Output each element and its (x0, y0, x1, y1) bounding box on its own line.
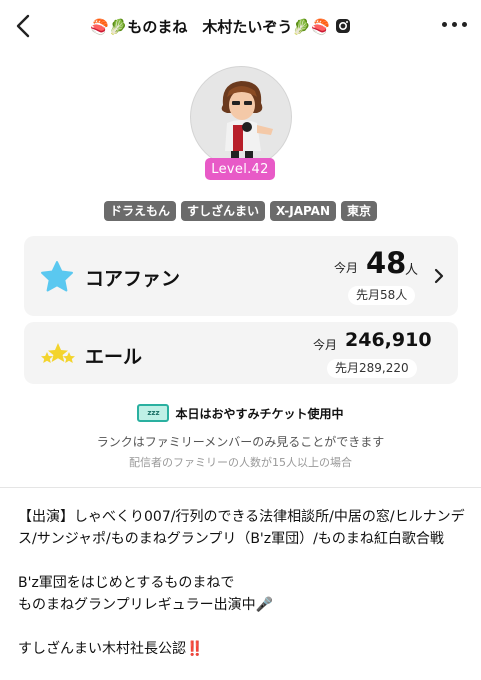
core-fan-prev: 先月58人 (348, 286, 416, 305)
divider (0, 487, 481, 488)
bio-line: B'z軍団をはじめとするものまねで (18, 575, 235, 591)
rank-note: ランクはファミリーメンバーのみ見ることができます (96, 435, 385, 449)
instagram-icon[interactable] (335, 18, 351, 34)
header: 🍣🥬ものまね 木村たいぞう🥬🍣 (0, 0, 481, 52)
yell-month-label: 今月 (313, 338, 338, 352)
level-badge: Level.42 (205, 158, 275, 180)
core-fan-value: 48 (366, 246, 407, 280)
core-fan-month-label: 今月 (334, 261, 359, 275)
yell-card[interactable]: エール 今月 246,910 先月289,220 (24, 322, 458, 384)
more-dots-icon[interactable] (442, 22, 467, 27)
yell-prev: 先月289,220 (327, 359, 417, 378)
avatar[interactable] (190, 66, 292, 168)
yell-value: 246,910 (345, 329, 432, 351)
tag-item[interactable]: X-JAPAN (269, 201, 337, 221)
chevron-right-icon[interactable] (432, 266, 446, 286)
star-icon (41, 261, 73, 292)
page-title: 🍣🥬ものまね 木村たいぞう🥬🍣 (90, 17, 330, 36)
bio-line: すしざんまい木村社長公認‼️ (18, 641, 204, 657)
core-fan-unit: 人 (405, 263, 419, 278)
tag-list: ドラえもん すしざんまい X-JAPAN 東京 (0, 201, 481, 221)
bio-line: ものまねグランプリレギュラー出演中🎤 (18, 597, 274, 613)
core-fan-card[interactable]: コアファン 今月 48 人 先月58人 (24, 236, 458, 316)
tag-item[interactable]: すしざんまい (180, 201, 265, 221)
tag-item[interactable]: ドラえもん (103, 201, 176, 221)
ticket-icon: zzz (137, 404, 170, 422)
yell-label: エール (85, 346, 143, 368)
profile-bio: 【出演】しゃべくり007/行列のできる法律相談所/中居の窓/ヒルナンデス/サンジ… (18, 506, 468, 660)
core-fan-label: コアファン (85, 268, 181, 290)
rank-sub-note: 配信者のファミリーの人数が15人以上の場合 (129, 456, 352, 469)
title-row: 🍣🥬ものまね 木村たいぞう🥬🍣 (90, 14, 390, 38)
rest-status-text: 本日はおやすみチケット使用中 (175, 406, 344, 421)
stars-icon (41, 343, 75, 363)
avatar-illustration (221, 81, 273, 165)
tag-item[interactable]: 東京 (341, 201, 378, 221)
bio-line: 【出演】しゃべくり007/行列のできる法律相談所/中居の窓/ヒルナンデス/サンジ… (18, 509, 465, 547)
back-arrow-icon[interactable] (10, 12, 38, 40)
rest-status: zzz 本日はおやすみチケット使用中 (0, 404, 481, 422)
